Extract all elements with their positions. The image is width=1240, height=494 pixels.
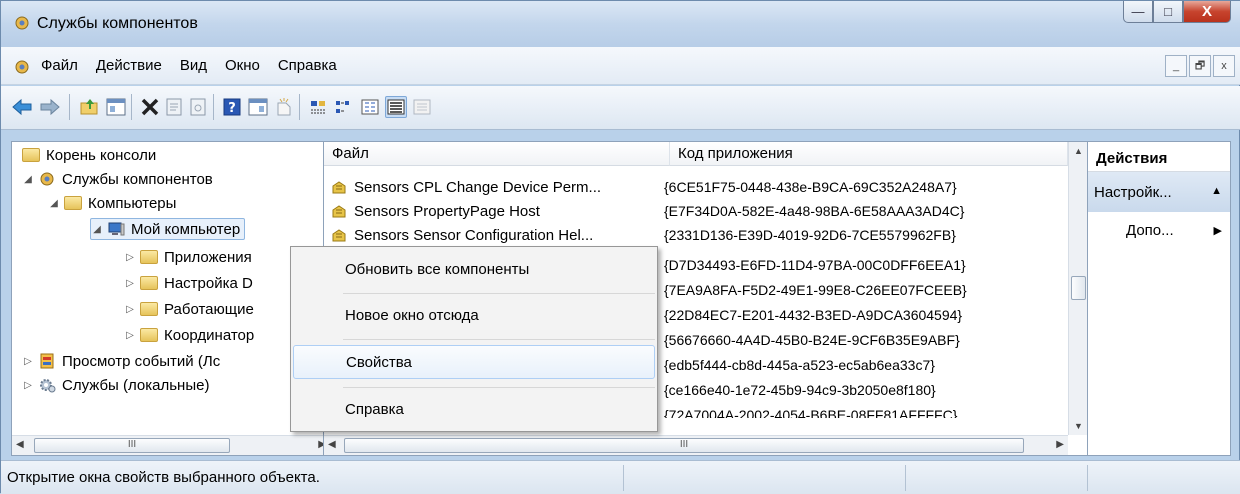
component-services-icon [15,16,29,30]
actions-header: Действия [1088,142,1230,172]
menu-item-properties[interactable]: Свойства [293,345,655,379]
tree-item-local-services[interactable]: ▷ Службы (локальные) [22,374,209,396]
console-tree: Корень консоли ◢ Службы компонентов ◢ Ко… [11,141,331,456]
menu-item-refresh-all[interactable]: Обновить все компоненты [293,253,655,287]
back-icon[interactable] [11,96,33,118]
column-header-file[interactable]: Файл [324,142,670,166]
action-more[interactable]: Допо... ▶ [1126,222,1226,239]
expand-arrow-icon[interactable]: ▷ [22,356,34,367]
menu-item-help[interactable]: Справка [293,393,655,427]
scroll-thumb[interactable]: III [34,438,230,453]
large-icons-icon[interactable] [307,96,329,118]
submenu-arrow-icon: ▶ [1213,225,1222,237]
actions-group-header[interactable]: Настройк... ▲ [1088,172,1230,212]
list-view-icon[interactable] [359,96,381,118]
expand-arrow-icon[interactable]: ▷ [124,304,136,315]
tree-item-console-root[interactable]: Корень консоли [22,144,156,166]
folder-icon [64,196,82,210]
menu-action[interactable]: Действие [96,57,162,74]
menu-window[interactable]: Окно [225,57,260,74]
export-list-icon[interactable] [411,96,433,118]
column-header-app-id[interactable]: Код приложения [670,142,1068,166]
expand-arrow-icon[interactable]: ▷ [22,380,34,391]
folder-icon [140,302,158,316]
refresh-icon[interactable] [187,96,209,118]
main-window: Службы компонентов — □ X Файл Действие В… [0,0,1240,494]
menu-view[interactable]: Вид [180,57,207,74]
forward-icon[interactable] [39,96,61,118]
small-icons-icon[interactable] [333,96,355,118]
scroll-right-icon[interactable]: ▶ [1056,439,1064,450]
properties-icon[interactable] [163,96,185,118]
list-vertical-scrollbar[interactable]: ▲ ▼ [1068,142,1088,435]
expand-arrow-icon[interactable]: ▷ [124,278,136,289]
help-icon[interactable]: ? [221,96,243,118]
component-services-icon [15,60,29,74]
mdi-minimize-button[interactable]: _ [1165,55,1187,77]
new-window-icon[interactable] [273,96,295,118]
up-folder-icon[interactable] [79,96,101,118]
scroll-thumb[interactable]: III [344,438,1024,453]
folder-icon [140,276,158,290]
tree-horizontal-scrollbar[interactable]: ◀ III ▶ [12,435,330,455]
component-package-icon [332,229,346,242]
component-package-icon [332,181,346,194]
collapse-arrow-icon[interactable]: ▲ [1211,185,1222,197]
scroll-left-icon[interactable]: ◀ [16,439,24,450]
folder-icon [140,250,158,264]
tree-item-event-viewer[interactable]: ▷ Просмотр событий (Лс [22,350,220,372]
context-menu: Обновить все компоненты Новое окно отсюд… [290,246,658,432]
tree-item-my-computer[interactable]: ◢ Мой компьютер [90,218,246,240]
minimize-button[interactable]: — [1123,1,1153,23]
scroll-thumb[interactable] [1071,276,1086,300]
tree-item-component-services[interactable]: ◢ Службы компонентов [22,168,213,190]
tree-item-coordinator[interactable]: ▷ Координатор [124,324,254,346]
show-hide-tree-icon[interactable] [105,96,127,118]
component-package-icon [332,205,346,218]
mdi-restore-button[interactable]: 🗗 [1189,55,1211,77]
event-viewer-icon [40,353,54,369]
scroll-left-icon[interactable]: ◀ [328,439,336,450]
gear-icon [40,379,56,393]
window-title: Службы компонентов [37,15,198,32]
tree-item-computers[interactable]: ◢ Компьютеры [48,192,176,214]
tree-item-running-processes[interactable]: ▷ Работающие [124,298,254,320]
actions-pane: Действия Настройк... ▲ Допо... ▶ [1087,141,1231,456]
title-bar[interactable]: Службы компонентов — □ X [1,1,1240,47]
tree-item-applications[interactable]: ▷ Приложения [124,246,252,268]
folder-icon [22,148,40,162]
expand-arrow-icon[interactable]: ◢ [22,174,34,185]
status-text: Открытие окна свойств выбранного объекта… [7,469,320,486]
expand-arrow-icon[interactable]: ▷ [124,330,136,341]
status-bar: Открытие окна свойств выбранного объекта… [1,460,1240,494]
menu-file[interactable]: Файл [41,57,78,74]
expand-arrow-icon[interactable]: ◢ [48,198,60,209]
menu-help[interactable]: Справка [278,57,337,74]
details-view-icon[interactable] [385,96,407,118]
component-services-icon [40,172,54,186]
tree-item-dcom-config[interactable]: ▷ Настройка D [124,272,253,294]
toolbar: ? [1,86,1240,130]
list-horizontal-scrollbar[interactable]: ◀ III ▶ [324,435,1068,455]
list-item[interactable]: Sensors CPL Change Device Perm... {6CE51… [324,176,1044,200]
maximize-button[interactable]: □ [1153,1,1183,23]
scroll-down-icon[interactable]: ▼ [1074,421,1083,431]
expand-arrow-icon[interactable]: ◢ [91,224,103,235]
close-button[interactable]: X [1183,1,1231,23]
computer-icon [108,222,125,236]
menu-item-new-window[interactable]: Новое окно отсюда [293,299,655,333]
list-item[interactable]: Sensors PropertyPage Host {E7F34D0A-582E… [324,200,1044,224]
show-hide-console-icon[interactable] [247,96,269,118]
list-item[interactable]: Sensors Sensor Configuration Hel... {233… [324,224,1044,248]
folder-icon [140,328,158,342]
scroll-up-icon[interactable]: ▲ [1074,146,1083,156]
delete-icon[interactable] [139,96,161,118]
menu-bar: Файл Действие Вид Окно Справка _ 🗗 x [1,47,1240,85]
expand-arrow-icon[interactable]: ▷ [124,252,136,263]
mdi-close-button[interactable]: x [1213,55,1235,77]
svg-text:?: ? [228,101,236,116]
